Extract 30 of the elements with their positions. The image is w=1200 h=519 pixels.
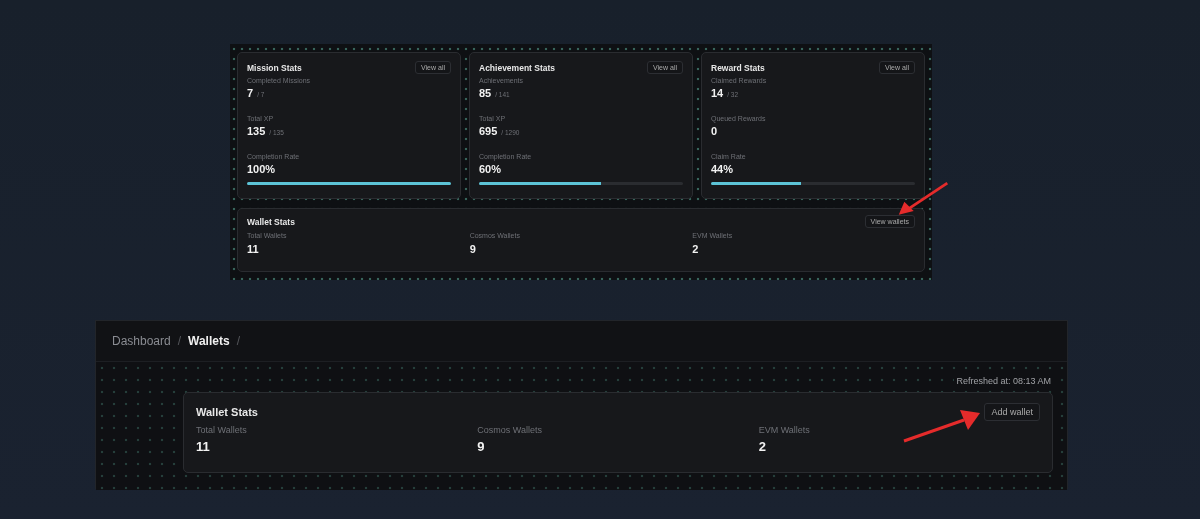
metric-label: EVM Wallets: [758, 425, 811, 435]
card-title: Achievement Stats: [479, 62, 556, 73]
metric-value: 60%: [479, 163, 502, 175]
metric-value: 135: [247, 125, 266, 137]
metric-value: 9: [469, 243, 477, 255]
annotation-arrow-icon: [902, 408, 982, 444]
card-title: Wallet Stats: [196, 406, 258, 418]
metric-value: 100%: [247, 163, 276, 175]
breadcrumb-separator: /: [236, 334, 240, 348]
metric-value: 9: [477, 439, 486, 454]
add-wallet-button[interactable]: Add wallet: [984, 403, 1040, 421]
metric-value: 14: [711, 87, 724, 99]
card-title: Mission Stats: [247, 62, 302, 73]
metric-value: 2: [758, 439, 767, 454]
metric-label: Total Wallets: [196, 425, 248, 435]
metric-value: 7: [247, 87, 254, 99]
metric-value: 11: [196, 439, 211, 454]
metric-value: 2: [692, 243, 700, 255]
breadcrumb-link[interactable]: Dashboard: [112, 334, 171, 348]
metric-value: 0: [711, 125, 718, 137]
metric-value: 44%: [711, 163, 734, 175]
card-title: Reward Stats: [711, 62, 765, 73]
metric-value: 85: [479, 87, 492, 99]
metric-value: 695: [479, 125, 498, 137]
metric-label: Cosmos Wallets: [477, 425, 543, 435]
breadcrumb-separator: /: [177, 334, 182, 348]
refreshed-time: Refreshed at: 08:13 AM: [956, 376, 1051, 386]
metric-value: 11: [247, 243, 260, 255]
breadcrumb-current: Wallets: [188, 334, 230, 348]
card-title: Wallet Stats: [247, 216, 295, 227]
